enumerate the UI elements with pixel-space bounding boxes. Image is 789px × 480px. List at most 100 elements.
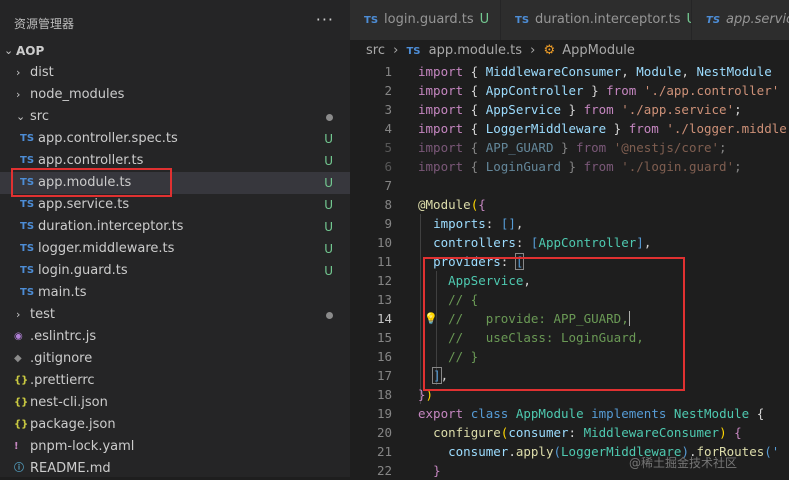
tree-item[interactable]: ⌄ src: [0, 106, 350, 128]
line-number: 15: [376, 330, 392, 345]
line-number: 16: [376, 349, 392, 364]
line-number: 19: [376, 406, 392, 421]
line-number: 1: [384, 64, 392, 79]
chevron-right-icon: ›: [393, 43, 399, 58]
breadcrumb-folder[interactable]: src: [366, 43, 385, 58]
tree-item-label: node_modules: [30, 87, 125, 102]
line-number: 5: [384, 140, 392, 155]
project-root[interactable]: ⌄ AOP: [0, 40, 350, 62]
tree-item-label: logger.middleware.ts: [38, 241, 175, 256]
tree-item-label: dist: [30, 65, 54, 80]
line-number: 18: [376, 387, 392, 402]
tree-item[interactable]: TS duration.interceptor.ts U: [0, 216, 350, 238]
line-number: 2: [384, 83, 392, 98]
code-text: imports: [],: [433, 216, 524, 231]
tree-item[interactable]: ◉ .eslintrc.js: [0, 326, 350, 348]
line-number: 11: [376, 254, 392, 269]
git-status-badge: U: [324, 220, 333, 234]
tree-item[interactable]: ◆ .gitignore: [0, 348, 350, 370]
tree-item[interactable]: {} .prettierrc: [0, 370, 350, 392]
line-number: 9: [384, 216, 392, 231]
code-text: controllers: [AppController],: [433, 235, 652, 250]
tab-label: login.guard.ts: [384, 12, 474, 27]
code-line: 9 imports: [],: [350, 214, 789, 233]
chevron-right-icon: ›: [16, 88, 21, 101]
tree-item[interactable]: › node_modules: [0, 84, 350, 106]
tab-label: app.service.ts: [726, 12, 789, 27]
code-text: @Module({: [418, 197, 486, 212]
tab-login-guard[interactable]: TS login.guard.ts U: [350, 0, 500, 40]
modified-dot-icon: [326, 312, 333, 319]
code-line: 7: [350, 176, 789, 195]
tree-item[interactable]: › test: [0, 304, 350, 326]
tree-item-label: src: [30, 109, 49, 124]
git-status-badge: U: [324, 154, 333, 168]
line-number: 10: [376, 235, 392, 250]
explorer-header: 资源管理器 ···: [0, 0, 350, 40]
code-line: 1 import { MiddlewareConsumer, Module, Ne…: [350, 62, 789, 81]
tree-item-label: .prettierrc: [30, 373, 95, 388]
line-number: 20: [376, 425, 392, 440]
code-line: 4 import { LoggerMiddleware } from './log…: [350, 119, 789, 138]
tree-item[interactable]: {} package.json: [0, 414, 350, 436]
code-editor[interactable]: 1 import { MiddlewareConsumer, Module, Ne…: [350, 62, 789, 478]
chevron-right-icon: ›: [530, 43, 536, 58]
tree-item[interactable]: ! pnpm-lock.yaml: [0, 436, 350, 458]
line-number: 4: [384, 121, 392, 136]
code-line: 2 import { AppController } from './app.co…: [350, 81, 789, 100]
breadcrumb: src › TS app.module.ts › ⚙ AppModule: [350, 40, 789, 62]
tab-duration-interceptor[interactable]: TS duration.interceptor.ts U: [501, 0, 691, 40]
code-text: import { AppController } from './app.con…: [418, 83, 780, 98]
code-text: export class AppModule implements NestMo…: [418, 406, 765, 421]
code-line: 3 import { AppService } from './app.servi…: [350, 100, 789, 119]
tree-item[interactable]: TS app.controller.spec.ts U: [0, 128, 350, 150]
tab-bar: TS login.guard.ts U TS duration.interceptor…: [350, 0, 789, 40]
code-text: }: [433, 463, 441, 478]
chevron-down-icon: ⌄: [4, 44, 14, 57]
eslint-icon: ◉: [14, 331, 23, 342]
code-line: 10 controllers: [AppController],: [350, 233, 789, 252]
tab-app-service[interactable]: TS app.service.ts: [692, 0, 789, 40]
tree-item-label: pnpm-lock.yaml: [30, 439, 135, 454]
tree-item[interactable]: {} nest-cli.json: [0, 392, 350, 414]
tree-item[interactable]: TS app.service.ts U: [0, 194, 350, 216]
tree-item[interactable]: › dist: [0, 62, 350, 84]
git-status-badge: U: [324, 176, 333, 190]
code-line: 5 import { APP_GUARD } from '@nestjs/core…: [350, 138, 789, 157]
more-actions-icon[interactable]: ···: [316, 10, 334, 29]
code-line: 8 @Module({: [350, 195, 789, 214]
code-text: import { LoggerMiddleware } from './logg…: [418, 121, 787, 136]
code-text: import { MiddlewareConsumer, Module, Nes…: [418, 64, 772, 79]
tree-item[interactable]: TS login.guard.ts U: [0, 260, 350, 282]
typescript-icon: TS: [406, 46, 421, 57]
typescript-icon: TS: [364, 15, 379, 26]
line-number: 7: [384, 178, 392, 193]
code-text: import { AppService } from './app.servic…: [418, 102, 742, 117]
tree-item-label: app.service.ts: [38, 197, 130, 212]
tree-item-label: duration.interceptor.ts: [38, 219, 184, 234]
tree-item[interactable]: TS logger.middleware.ts U: [0, 238, 350, 260]
typescript-icon: TS: [20, 265, 35, 276]
chevron-down-icon: ⌄: [16, 110, 26, 123]
code-text: import { LoginGuard } from './login.guar…: [418, 159, 742, 174]
explorer-sidebar: 资源管理器 ··· ⌄ AOP › dist › node_modules ⌄ src TS…: [0, 0, 350, 477]
modified-dot-icon: [326, 114, 333, 121]
line-number: 8: [384, 197, 392, 212]
breadcrumb-symbol[interactable]: AppModule: [562, 43, 635, 58]
chevron-right-icon: ›: [16, 66, 21, 79]
class-symbol-icon: ⚙: [543, 43, 556, 58]
git-status-badge: U: [324, 242, 333, 256]
breadcrumb-file[interactable]: app.module.ts: [429, 43, 522, 58]
line-number: 14: [376, 311, 392, 326]
chevron-right-icon: ›: [16, 308, 21, 321]
typescript-icon: TS: [20, 221, 35, 232]
tree-item-label: main.ts: [38, 285, 87, 300]
typescript-icon: TS: [20, 243, 35, 254]
tree-item[interactable]: TS main.ts: [0, 282, 350, 304]
line-number: 6: [384, 159, 392, 174]
tree-item-label: test: [30, 307, 55, 322]
typescript-icon: TS: [20, 133, 35, 144]
json-icon: {}: [14, 375, 29, 386]
watermark: @稀土掘金技术社区: [629, 456, 738, 470]
code-line: 6 import { LoginGuard } from './login.gua…: [350, 157, 789, 176]
